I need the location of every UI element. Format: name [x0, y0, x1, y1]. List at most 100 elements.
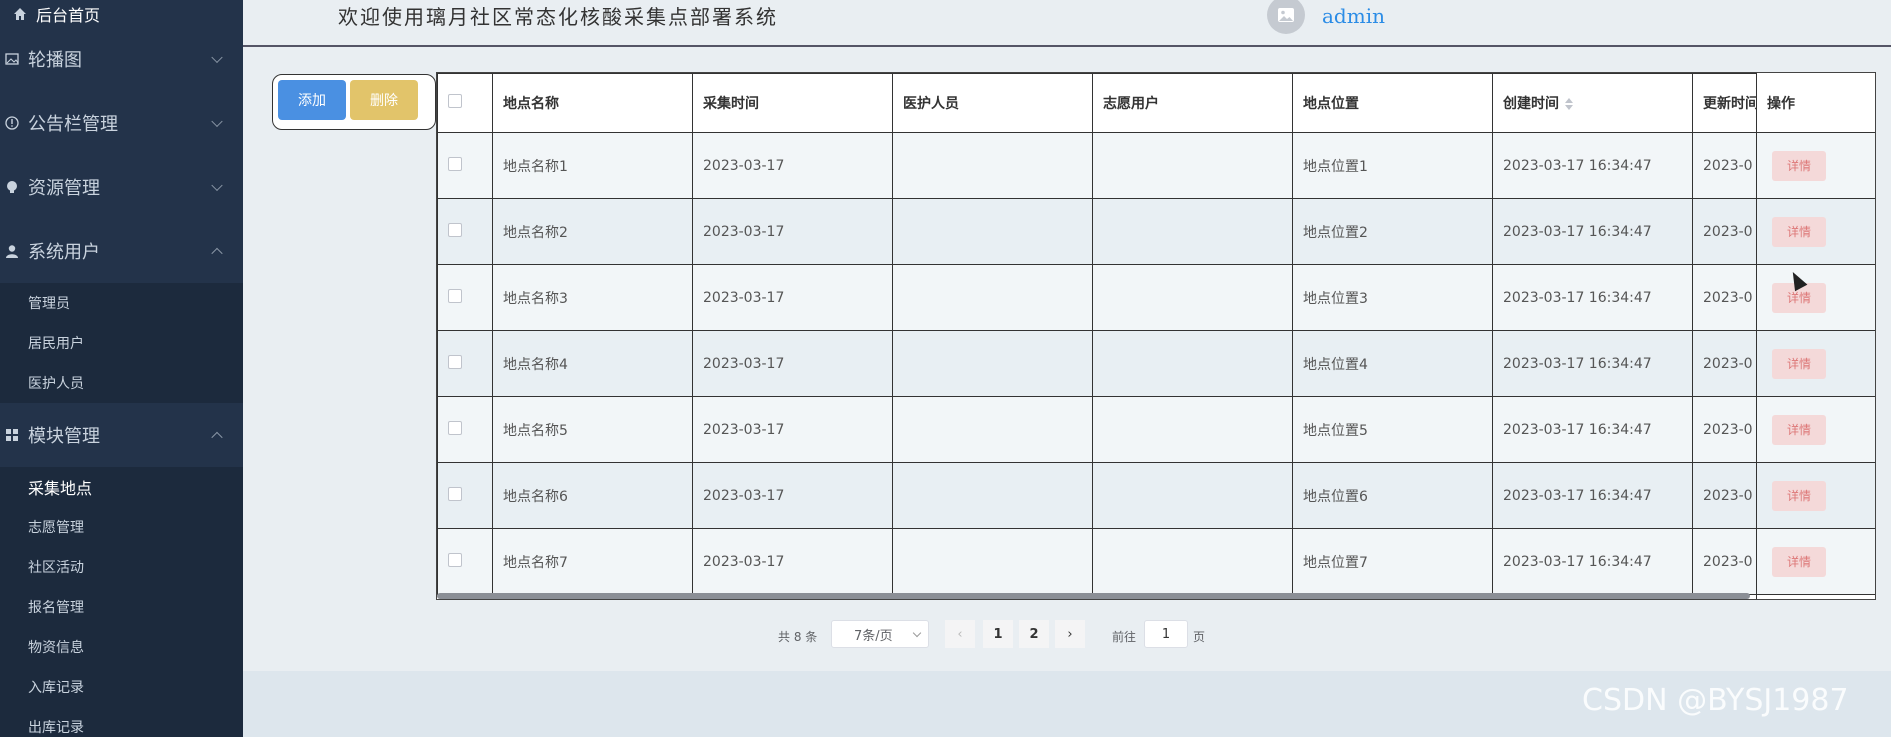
sidebar-item-activities[interactable]: 社区活动: [0, 547, 243, 587]
cell-collection-time: 2023-03-17: [692, 132, 893, 199]
avatar[interactable]: [1267, 0, 1305, 34]
page-2-button[interactable]: 2: [1019, 620, 1049, 648]
table-row: 地点名称3 2023-03-17 地点位置3 2023-03-17 16:34:47 2…: [437, 264, 1875, 331]
cell-volunteer: [1092, 396, 1293, 463]
row-select-cell[interactable]: [437, 198, 493, 265]
cell-volunteer: [1092, 198, 1293, 265]
image-icon: [4, 51, 20, 67]
delete-button[interactable]: 删除: [350, 80, 418, 120]
row-checkbox[interactable]: [448, 288, 462, 303]
page-size-select[interactable]: 7条/页: [831, 620, 929, 648]
cell-site-name: 地点名称4: [492, 330, 693, 397]
sidebar-item-resources[interactable]: 资源管理: [0, 155, 243, 219]
cell-created-time: 2023-03-17 16:34:47: [1492, 264, 1693, 331]
sidebar-item-volunteers[interactable]: 志愿管理: [0, 507, 243, 547]
cell-volunteer: [1092, 132, 1293, 199]
sidebar-item-carousel[interactable]: 轮播图: [0, 27, 243, 91]
select-all-checkbox[interactable]: [448, 94, 462, 108]
sort-icon[interactable]: [1565, 98, 1573, 110]
username[interactable]: admin: [1322, 4, 1385, 28]
sidebar-item-label: 轮播图: [28, 50, 82, 71]
bulb-icon: [4, 179, 20, 195]
detail-button[interactable]: 详情: [1772, 216, 1826, 247]
page-title: 欢迎使用璃月社区常态化核酸采集点部署系统: [338, 5, 778, 29]
operation-cell: 详情: [1757, 199, 1875, 265]
cell-volunteer: [1092, 330, 1293, 397]
operations-column: 操作 详情 详情 详情 详情 详情 详情 详情: [1756, 73, 1875, 599]
detail-button[interactable]: 详情: [1772, 150, 1826, 181]
cell-medic: [892, 330, 1093, 397]
sidebar-item-label: 资源管理: [28, 178, 100, 199]
cell-volunteer: [1092, 528, 1293, 595]
row-checkbox[interactable]: [448, 420, 462, 435]
row-checkbox[interactable]: [448, 486, 462, 501]
table-row: 地点名称2 2023-03-17 地点位置2 2023-03-17 16:34:47 2…: [437, 198, 1875, 265]
horizontal-scrollbar[interactable]: [437, 593, 1750, 599]
table-row: 地点名称6 2023-03-17 地点位置6 2023-03-17 16:34:47 2…: [437, 462, 1875, 529]
goto-page-input[interactable]: 1: [1144, 620, 1188, 648]
detail-button[interactable]: 详情: [1772, 414, 1826, 445]
row-select-cell[interactable]: [437, 132, 493, 199]
chevron-down-icon: [211, 115, 223, 128]
row-select-cell[interactable]: [437, 528, 493, 595]
sidebar-item-modules[interactable]: 模块管理: [0, 403, 243, 467]
cell-location: 地点位置7: [1292, 528, 1493, 595]
row-checkbox[interactable]: [448, 156, 462, 171]
chevron-down-icon: [211, 179, 223, 192]
column-header-sortable[interactable]: 创建时间: [1492, 73, 1693, 133]
page-suffix-label: 页: [1193, 630, 1206, 644]
chevron-right-icon: ›: [1067, 626, 1073, 642]
sidebar-item-label: 模块管理: [28, 426, 100, 447]
row-select-cell[interactable]: [437, 264, 493, 331]
modules-submenu: 采集地点 志愿管理 社区活动 报名管理 物资信息 入库记录 出库记录: [0, 467, 243, 737]
column-header: 操作: [1757, 73, 1875, 133]
next-page-button[interactable]: ›: [1055, 620, 1085, 648]
cell-medic: [892, 198, 1093, 265]
sidebar-item-label: 系统用户: [28, 242, 100, 263]
cell-location: 地点位置5: [1292, 396, 1493, 463]
operation-cell: 详情: [1757, 331, 1875, 397]
detail-button[interactable]: 详情: [1772, 480, 1826, 511]
row-select-cell[interactable]: [437, 396, 493, 463]
table-row: 地点名称1 2023-03-17 地点位置1 2023-03-17 16:34:47 2…: [437, 132, 1875, 199]
cell-collection-time: 2023-03-17: [692, 330, 893, 397]
prev-page-button[interactable]: ‹: [945, 620, 975, 648]
cell-site-name: 地点名称5: [492, 396, 693, 463]
detail-button[interactable]: 详情: [1772, 546, 1826, 577]
table-header-row: 地点名称 采集时间 医护人员 志愿用户 地点位置 创建时间 更新时间: [437, 73, 1875, 133]
table-row: 地点名称5 2023-03-17 地点位置5 2023-03-17 16:34:47 2…: [437, 396, 1875, 463]
operation-cell: 详情: [1757, 463, 1875, 529]
sidebar-item-admin[interactable]: 管理员: [0, 283, 243, 323]
header-select-all[interactable]: [437, 73, 493, 133]
cell-created-time: 2023-03-17 16:34:47: [1492, 198, 1693, 265]
sidebar-item-medics[interactable]: 医护人员: [0, 363, 243, 403]
pagination: 共 8 条 7条/页 ‹ 1 2 › 前往 1 页: [0, 620, 1891, 650]
sidebar-item-residents[interactable]: 居民用户: [0, 323, 243, 363]
row-checkbox[interactable]: [448, 222, 462, 237]
sidebar-item-label: 公告栏管理: [28, 114, 118, 135]
page-1-button[interactable]: 1: [983, 620, 1013, 648]
sidebar-item-notice[interactable]: 公告栏管理: [0, 91, 243, 155]
row-select-cell[interactable]: [437, 330, 493, 397]
sidebar-item-stock-out[interactable]: 出库记录: [0, 707, 243, 737]
column-header-label: 创建时间: [1503, 96, 1559, 112]
cell-volunteer: [1092, 462, 1293, 529]
total-count: 共 8 条: [778, 630, 818, 644]
sidebar-item-system-users[interactable]: 系统用户: [0, 219, 243, 283]
grid-icon: [4, 427, 20, 443]
sidebar-item-collection-sites[interactable]: 采集地点: [0, 467, 243, 507]
chevron-down-icon: [912, 628, 922, 638]
row-select-cell[interactable]: [437, 462, 493, 529]
row-checkbox[interactable]: [448, 552, 462, 567]
cell-location: 地点位置2: [1292, 198, 1493, 265]
cell-medic: [892, 462, 1093, 529]
info-icon: [4, 115, 20, 131]
cell-site-name: 地点名称2: [492, 198, 693, 265]
sidebar-home[interactable]: 后台首页: [0, 0, 243, 27]
add-button[interactable]: 添加: [278, 80, 346, 120]
sidebar-item-stock-in[interactable]: 入库记录: [0, 667, 243, 707]
row-checkbox[interactable]: [448, 354, 462, 369]
cell-created-time: 2023-03-17 16:34:47: [1492, 396, 1693, 463]
detail-button[interactable]: 详情: [1772, 348, 1826, 379]
cell-collection-time: 2023-03-17: [692, 264, 893, 331]
